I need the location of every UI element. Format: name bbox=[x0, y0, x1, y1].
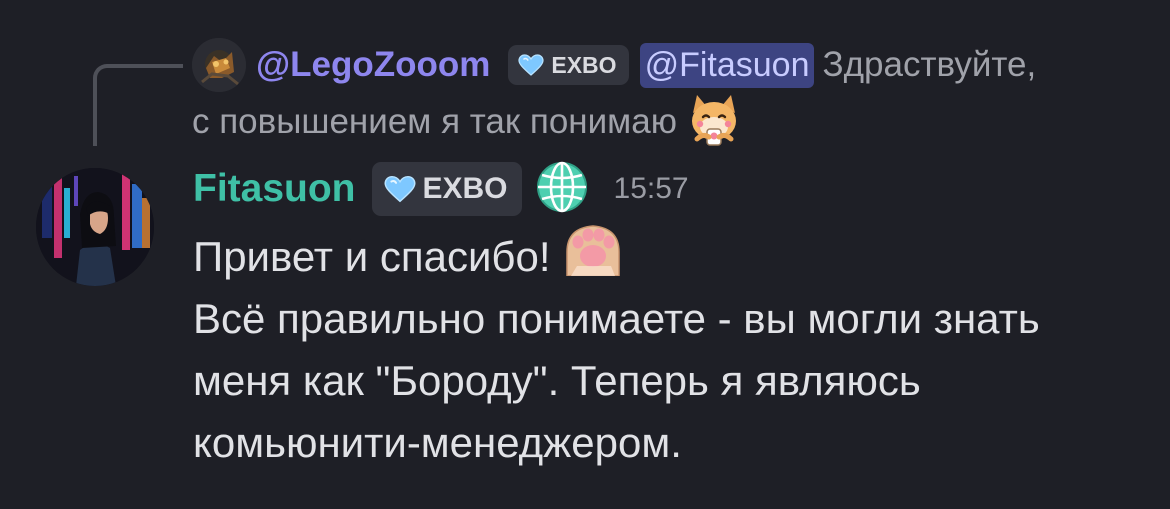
message-content: Привет и спасибо! Всё правильно понимает… bbox=[193, 224, 1143, 474]
reply-text-part2: с повышением я так понимаю bbox=[192, 102, 677, 141]
message-line: Всё правильно понимаете - вы могли знать bbox=[193, 288, 1143, 350]
message-header: Fitasuon EXBO 15:57 bbox=[193, 160, 689, 218]
reply-author-badge[interactable]: EXBO bbox=[508, 45, 629, 85]
reply-text-part1: Здраствуйте, bbox=[822, 45, 1037, 84]
message-line: комьюнити-менеджером. bbox=[193, 412, 1143, 474]
reply-preview[interactable]: @LegoZooom EXBO @Fitasuon Здраствуйте, bbox=[192, 37, 1036, 93]
message-line-2: Всё правильно понимаете - вы могли знать bbox=[193, 295, 1040, 342]
author-avatar[interactable] bbox=[36, 168, 154, 286]
message-line: Привет и спасибо! bbox=[193, 224, 1143, 288]
reply-author-name[interactable]: @LegoZooom bbox=[256, 45, 490, 85]
globe-icon[interactable] bbox=[534, 159, 590, 220]
message-timestamp[interactable]: 15:57 bbox=[614, 172, 689, 206]
heart-icon bbox=[518, 54, 544, 76]
author-badge-label: EXBO bbox=[422, 172, 508, 205]
heart-icon bbox=[383, 175, 416, 203]
message-line-4: комьюнити-менеджером. bbox=[193, 419, 682, 466]
reply-connector-line bbox=[93, 64, 183, 146]
author-name[interactable]: Fitasuon bbox=[193, 167, 356, 211]
paw-emoji-icon bbox=[563, 222, 623, 293]
message-line-3: меня как "Бороду". Теперь я являюсь bbox=[193, 357, 921, 404]
reply-author-avatar[interactable] bbox=[192, 38, 246, 92]
chat-message-container: @LegoZooom EXBO @Fitasuon Здраствуйте, с… bbox=[0, 0, 1170, 509]
author-badge[interactable]: EXBO bbox=[371, 162, 522, 216]
message-line-1: Привет и спасибо! bbox=[193, 233, 551, 280]
reply-preview-continued[interactable]: с повышением я так понимаю bbox=[192, 92, 743, 152]
reply-badge-label: EXBO bbox=[551, 51, 617, 78]
user-mention[interactable]: @Fitasuon bbox=[639, 42, 815, 88]
cat-emoji-icon bbox=[685, 91, 743, 154]
message-line: меня как "Бороду". Теперь я являюсь bbox=[193, 350, 1143, 412]
